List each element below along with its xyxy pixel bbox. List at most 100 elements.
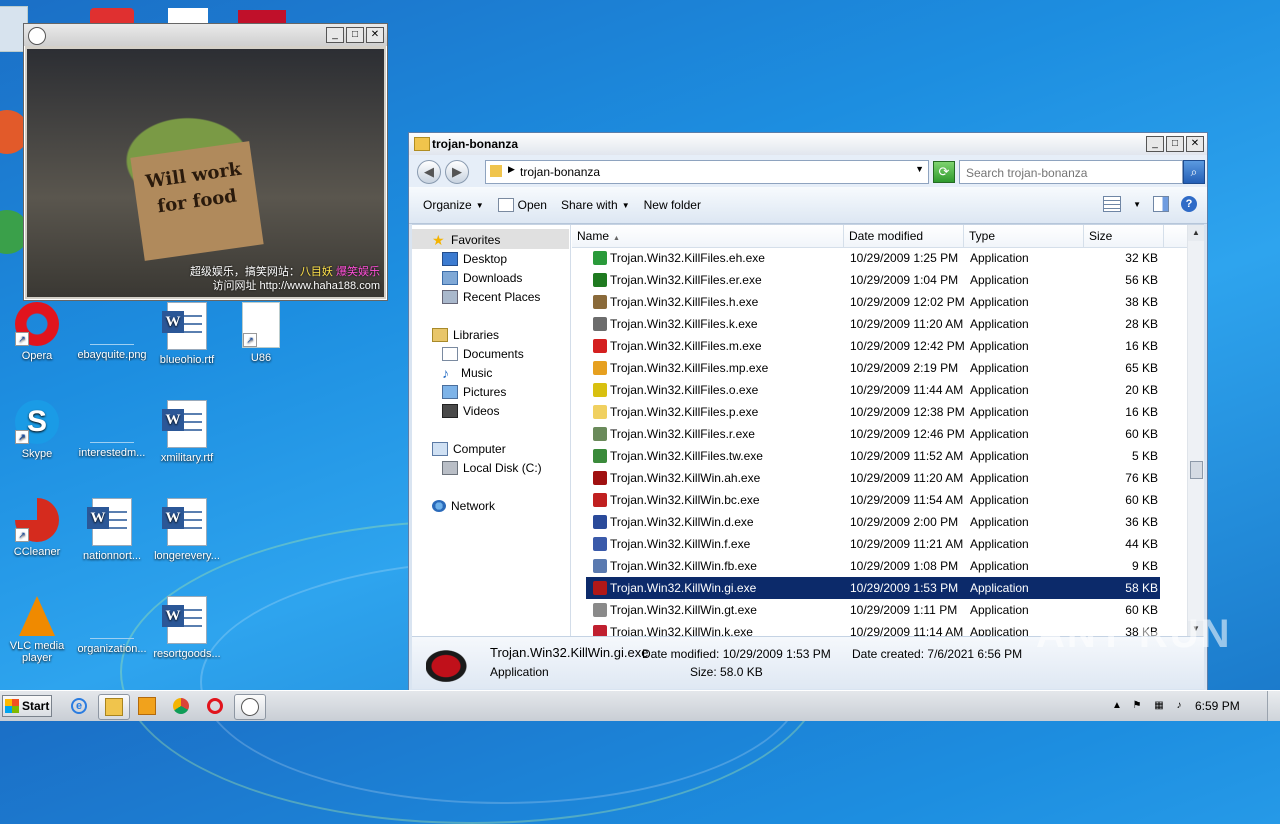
nav-item-documents[interactable]: Documents xyxy=(442,344,524,363)
forward-button[interactable]: ▶ xyxy=(445,160,469,184)
maximize-button[interactable]: □ xyxy=(346,27,364,43)
taskbar-internet-explorer[interactable]: e xyxy=(64,694,94,718)
nav-item-music[interactable]: ♪ Music xyxy=(442,363,492,382)
file-size: 56 KB xyxy=(1125,273,1158,287)
file-row[interactable]: Trojan.Win32.KillWin.f.exe 10/29/2009 11:… xyxy=(572,533,1188,555)
search-box[interactable] xyxy=(959,160,1183,184)
computer-icon xyxy=(432,441,448,456)
address-bar[interactable]: ▶ trojan-bonanza ▼ xyxy=(485,160,929,184)
clock[interactable]: 6:59 PM xyxy=(1195,699,1240,713)
scroll-up-icon[interactable]: ▲ xyxy=(1188,225,1204,241)
desktop-icon-blueohio[interactable]: W blueohio.rtf xyxy=(150,302,224,366)
chevron-down-icon[interactable]: ▼ xyxy=(1133,200,1141,209)
nav-item-computer[interactable]: Computer xyxy=(432,439,506,458)
desktop-icon-opera[interactable]: ↗ Opera xyxy=(0,302,74,362)
file-row[interactable]: Trojan.Win32.KillFiles.tw.exe 10/29/2009 … xyxy=(572,445,1188,467)
show-desktop-button[interactable] xyxy=(1267,691,1280,721)
application-icon xyxy=(593,339,607,353)
taskbar-opera[interactable] xyxy=(200,694,230,718)
chevron-down-icon[interactable]: ▼ xyxy=(915,164,924,174)
minimize-button[interactable]: _ xyxy=(1146,136,1164,152)
desktop-icon-ccleaner[interactable]: ↗ CCleaner xyxy=(0,498,74,558)
file-date-modified: 10/29/2009 11:20 AM xyxy=(850,471,964,485)
column-header-date-modified[interactable]: Date modified xyxy=(844,225,964,247)
change-view-icon[interactable] xyxy=(1103,196,1122,212)
show-hidden-icons-icon[interactable]: ▲ xyxy=(1110,699,1124,713)
desktop-icon-interestedm[interactable]: interestedm... xyxy=(75,400,149,459)
file-row[interactable]: Trojan.Win32.KillFiles.r.exe 10/29/2009 1… xyxy=(572,423,1188,445)
desktop-icon-vlc[interactable]: VLC media player xyxy=(0,596,74,664)
taskbar-media-player[interactable] xyxy=(132,694,162,718)
search-icon[interactable]: ⌕ xyxy=(1183,160,1205,184)
viewer-titlebar[interactable]: _ □ ✕ xyxy=(24,24,387,46)
application-icon xyxy=(593,559,607,573)
preview-pane-icon[interactable] xyxy=(1153,196,1169,212)
refresh-button[interactable]: ⟳ xyxy=(933,161,955,183)
file-row[interactable]: Trojan.Win32.KillWin.d.exe 10/29/2009 2:0… xyxy=(572,511,1188,533)
back-button[interactable]: ◀ xyxy=(417,160,441,184)
file-row[interactable]: Trojan.Win32.KillFiles.k.exe 10/29/2009 1… xyxy=(572,313,1188,335)
search-input[interactable] xyxy=(964,163,1158,183)
maximize-button[interactable]: □ xyxy=(1166,136,1184,152)
nav-item-downloads[interactable]: Downloads xyxy=(442,268,522,287)
file-row[interactable]: Trojan.Win32.KillFiles.p.exe 10/29/2009 1… xyxy=(572,401,1188,423)
breadcrumb[interactable]: trojan-bonanza xyxy=(520,165,600,179)
desktop-icon-u86[interactable]: ↗ U86 xyxy=(224,302,298,364)
new-folder-button[interactable]: New folder xyxy=(644,198,701,212)
folder-icon xyxy=(105,698,123,716)
file-name: Trojan.Win32.KillFiles.k.exe xyxy=(610,317,758,331)
image-viewer-window[interactable]: _ □ ✕ Will work for food 超级娱乐，搞笑网站：八目妖 爆… xyxy=(23,23,388,301)
desktop-icon-ebayquite[interactable]: ebayquite.png xyxy=(75,302,149,361)
nav-item-local-disk[interactable]: Local Disk (C:) xyxy=(442,458,542,477)
scrollbar-thumb[interactable] xyxy=(1190,461,1203,479)
start-button[interactable]: Start xyxy=(2,695,52,717)
file-row[interactable]: Trojan.Win32.KillWin.fb.exe 10/29/2009 1:… xyxy=(572,555,1188,577)
column-header-type[interactable]: Type xyxy=(964,225,1084,247)
nav-item-desktop[interactable]: Desktop xyxy=(442,249,507,268)
file-name: Trojan.Win32.KillWin.bc.exe xyxy=(610,493,760,507)
nav-item-recent-places[interactable]: Recent Places xyxy=(442,287,540,306)
share-with-button[interactable]: Share with ▼ xyxy=(561,198,630,212)
taskbar-chrome[interactable] xyxy=(166,694,196,718)
file-date-modified: 10/29/2009 1:04 PM xyxy=(850,273,959,287)
file-row[interactable]: Trojan.Win32.KillFiles.m.exe 10/29/2009 1… xyxy=(572,335,1188,357)
desktop-icon-nationnort[interactable]: W nationnort... xyxy=(75,498,149,562)
column-header-name[interactable]: Name ▲ xyxy=(572,225,844,247)
nav-item-videos[interactable]: Videos xyxy=(442,401,499,420)
breadcrumb-arrow-icon[interactable]: ▶ xyxy=(508,164,515,175)
desktop-icon-longerevery[interactable]: W longerevery... xyxy=(150,498,224,562)
file-row[interactable]: Trojan.Win32.KillWin.gi.exe 10/29/2009 1:… xyxy=(586,577,1160,599)
explorer-titlebar[interactable]: trojan-bonanza _ □ ✕ xyxy=(409,133,1207,155)
vertical-scrollbar[interactable]: ▲ ▼ xyxy=(1187,225,1204,637)
help-icon[interactable]: ? xyxy=(1181,196,1197,212)
column-header-size[interactable]: Size xyxy=(1084,225,1164,247)
file-row[interactable]: Trojan.Win32.KillFiles.mp.exe 10/29/2009 … xyxy=(572,357,1188,379)
nav-item-pictures[interactable]: Pictures xyxy=(442,382,506,401)
details-file-name: Trojan.Win32.KillWin.gi.exe xyxy=(490,645,649,660)
file-row[interactable]: Trojan.Win32.KillFiles.h.exe 10/29/2009 1… xyxy=(572,291,1188,313)
taskbar-explorer[interactable] xyxy=(98,694,130,720)
minimize-button[interactable]: _ xyxy=(326,27,344,43)
file-row[interactable]: Trojan.Win32.KillFiles.eh.exe 10/29/2009 … xyxy=(572,247,1188,269)
nav-item-libraries[interactable]: Libraries xyxy=(432,325,499,344)
desktop-icon-resortgoods[interactable]: W resortgoods... xyxy=(150,596,224,660)
explorer-window[interactable]: trojan-bonanza _ □ ✕ ◀ ▶ ▶ trojan-bonanz… xyxy=(408,132,1208,692)
desktop-icon-xmilitary[interactable]: W xmilitary.rtf xyxy=(150,400,224,464)
action-center-icon[interactable]: ⚑ xyxy=(1130,699,1144,713)
taskbar-image-viewer[interactable] xyxy=(234,694,266,720)
file-row[interactable]: Trojan.Win32.KillFiles.er.exe 10/29/2009 … xyxy=(572,269,1188,291)
open-button[interactable]: Open xyxy=(497,198,547,212)
organize-button[interactable]: Organize ▼ xyxy=(423,198,484,212)
desktop-icon-organization[interactable]: organization... xyxy=(75,596,149,655)
nav-item-favorites[interactable]: ★ Favorites xyxy=(432,230,500,249)
nav-item-network[interactable]: Network xyxy=(432,496,495,515)
file-row[interactable]: Trojan.Win32.KillFiles.o.exe 10/29/2009 1… xyxy=(572,379,1188,401)
close-button[interactable]: ✕ xyxy=(1186,136,1204,152)
close-button[interactable]: ✕ xyxy=(366,27,384,43)
file-row[interactable]: Trojan.Win32.KillWin.ah.exe 10/29/2009 11… xyxy=(572,467,1188,489)
file-rows: Trojan.Win32.KillFiles.eh.exe 10/29/2009 … xyxy=(572,247,1188,637)
network-tray-icon[interactable]: ▦ xyxy=(1152,699,1166,713)
desktop-icon-skype[interactable]: S ↗ Skype xyxy=(0,400,74,460)
volume-icon[interactable]: ♪ xyxy=(1172,699,1186,713)
file-row[interactable]: Trojan.Win32.KillWin.bc.exe 10/29/2009 11… xyxy=(572,489,1188,511)
